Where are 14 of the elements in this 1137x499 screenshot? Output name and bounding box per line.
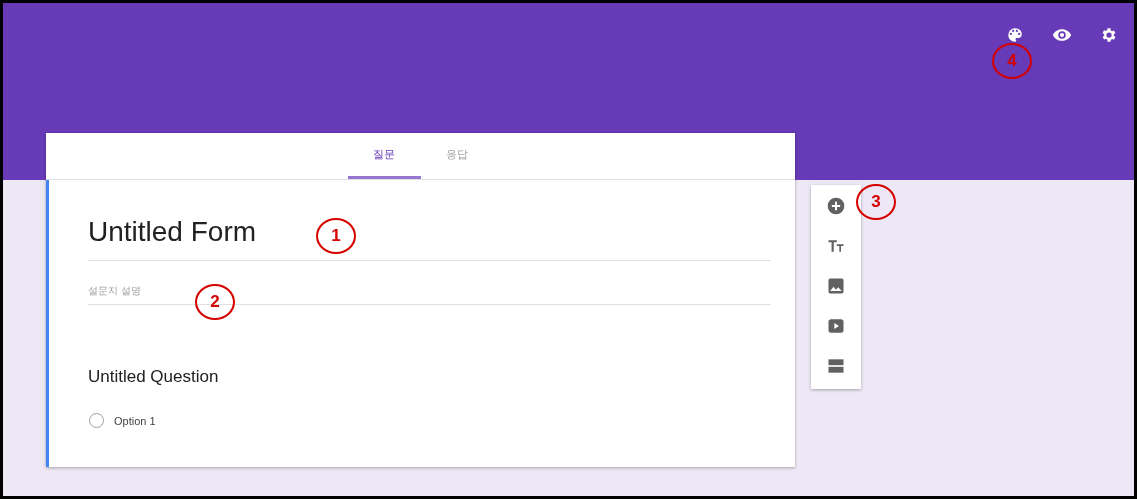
annotation-marker: 1: [316, 218, 356, 254]
section-icon[interactable]: [826, 356, 846, 376]
question-title: Untitled Question: [88, 367, 220, 387]
image-icon[interactable]: [826, 276, 846, 296]
settings-icon[interactable]: [1100, 26, 1118, 44]
play-icon[interactable]: [826, 316, 846, 336]
annotation-marker: 2: [195, 284, 235, 320]
annotation-marker: 3: [856, 184, 896, 220]
palette-icon[interactable]: [1006, 26, 1024, 44]
add-circle-icon[interactable]: [826, 196, 846, 216]
annotation-marker: 4: [992, 43, 1032, 79]
form-title[interactable]: Untitled Form: [88, 216, 257, 248]
option-label: Option 1: [114, 414, 156, 427]
tab[interactable]: 질문: [347, 133, 421, 179]
